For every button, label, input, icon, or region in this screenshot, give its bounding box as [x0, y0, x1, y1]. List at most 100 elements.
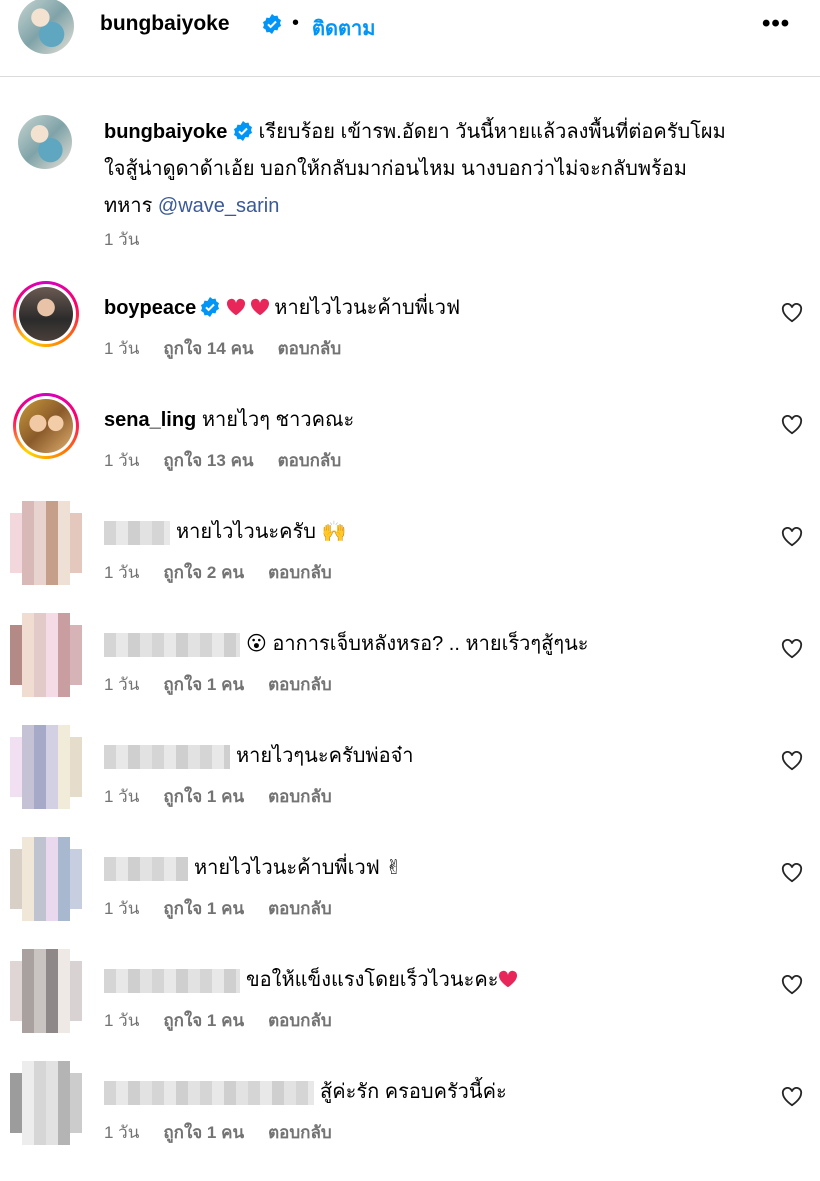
caption-username[interactable]: bungbaiyoke — [104, 121, 227, 143]
like-heart-icon[interactable] — [781, 639, 803, 659]
comment-body: 😮 อาการเจ็บหลังหรอ? .. หายเร็วๆสู้ๆนะ — [104, 627, 589, 659]
comment-item: สู้ค่ะรัก ครอบครัวนี้ค่ะ 1 วัน ถูกใจ 1 คน ต… — [0, 1061, 820, 1181]
comment-body: boypeace หายไวไวนะค้าบพี่เวฟ — [104, 291, 460, 323]
comment-text: หายไวไวนะค้าบพี่เวฟ ✌ — [194, 857, 403, 879]
comment-meta: 1 วัน ถูกใจ 1 คน ตอบกลับ — [104, 895, 356, 922]
reply-button[interactable]: ตอบกลับ — [268, 787, 332, 806]
comment-likes[interactable]: ถูกใจ 1 คน — [163, 675, 244, 694]
comment-body: sena_ling หายไวๆ ชาวคณะ — [104, 403, 354, 435]
commenter-avatar[interactable] — [10, 949, 82, 1033]
heart-emoji-icon — [227, 298, 246, 316]
comment-likes[interactable]: ถูกใจ 1 คน — [163, 787, 244, 806]
commenter-username[interactable]: sena_ling — [104, 409, 196, 431]
comment-likes[interactable]: ถูกใจ 13 คน — [163, 451, 253, 470]
comment-time: 1 วัน — [104, 1123, 140, 1142]
caption-line-1: bungbaiyoke เรียบร้อย เข้ารพ.อัดยา วันนี… — [104, 114, 804, 151]
comment-time: 1 วัน — [104, 451, 140, 470]
commenter-avatar[interactable] — [10, 613, 82, 697]
comment-text: หายไวไวนะครับ 🙌 — [176, 521, 347, 543]
comment-meta: 1 วัน ถูกใจ 1 คน ตอบกลับ — [104, 1119, 356, 1146]
caption-avatar[interactable] — [18, 115, 72, 169]
caption-text-2: ใจสู้น่าดูดาด้าเอ้ย บอกให้กลับมาก่อนไหม … — [104, 158, 687, 180]
comment-meta: 1 วัน ถูกใจ 1 คน ตอบกลับ — [104, 1007, 356, 1034]
reply-button[interactable]: ตอบกลับ — [268, 899, 332, 918]
reply-button[interactable]: ตอบกลับ — [268, 675, 332, 694]
comment-item: หายไวไวนะค้าบพี่เวฟ ✌ 1 วัน ถูกใจ 1 คน ตอบก… — [0, 837, 820, 957]
commenter-avatar[interactable] — [10, 1061, 82, 1145]
caption-meta: 1 วัน — [104, 226, 163, 253]
post-caption: bungbaiyoke เรียบร้อย เข้ารพ.อัดยา วันนี… — [104, 114, 804, 225]
blurred-username — [104, 1080, 314, 1105]
comment-item: หายไวๆนะครับพ่อจ๋า 1 วัน ถูกใจ 1 คน ตอบกลับ — [0, 725, 820, 845]
comment-text: หายไวไวนะค้าบพี่เวฟ — [274, 297, 461, 319]
comment-item: boypeace หายไวไวนะค้าบพี่เวฟ 1 วัน ถูกใจ 14… — [0, 281, 820, 397]
post-header: bungbaiyoke • ติดตาม ••• — [0, 0, 820, 77]
comment-body: ขอให้แข็งแรงโดยเร็วไวนะคะ — [104, 963, 518, 995]
comment-time: 1 วัน — [104, 675, 140, 694]
like-heart-icon[interactable] — [781, 975, 803, 995]
verified-badge-icon — [233, 121, 252, 141]
comment-time: 1 วัน — [104, 563, 140, 582]
commenter-avatar[interactable] — [10, 837, 82, 921]
comment-meta: 1 วัน ถูกใจ 1 คน ตอบกลับ — [104, 671, 356, 698]
reply-button[interactable]: ตอบกลับ — [268, 563, 332, 582]
commenter-avatar[interactable] — [10, 725, 82, 809]
blurred-username — [104, 520, 170, 545]
more-options-icon[interactable]: ••• — [762, 10, 790, 38]
like-heart-icon[interactable] — [781, 415, 803, 435]
comment-time: 1 วัน — [104, 339, 140, 358]
author-username[interactable]: bungbaiyoke — [100, 12, 230, 36]
comment-meta: 1 วัน ถูกใจ 14 คน ตอบกลับ — [104, 335, 365, 362]
like-heart-icon[interactable] — [781, 527, 803, 547]
comment-time: 1 วัน — [104, 1011, 140, 1030]
commenter-username[interactable]: boypeace — [104, 297, 196, 319]
comment-item: ขอให้แข็งแรงโดยเร็วไวนะคะ 1 วัน ถูกใจ 1 คน… — [0, 949, 820, 1069]
heart-emoji-icon — [499, 970, 518, 988]
comment-text: หายไวๆ ชาวคณะ — [201, 409, 355, 431]
comment-body: หายไวไวนะค้าบพี่เวฟ ✌ — [104, 851, 402, 883]
reply-button[interactable]: ตอบกลับ — [278, 339, 342, 358]
mention-link[interactable]: @wave_sarin — [158, 195, 279, 217]
blurred-username — [104, 968, 240, 993]
comment-body: หายไวๆนะครับพ่อจ๋า — [104, 739, 414, 771]
comment-likes[interactable]: ถูกใจ 1 คน — [163, 1123, 244, 1142]
comment-meta: 1 วัน ถูกใจ 2 คน ตอบกลับ — [104, 559, 356, 586]
comment-likes[interactable]: ถูกใจ 1 คน — [163, 1011, 244, 1030]
blurred-username — [104, 856, 188, 881]
comment-text: ขอให้แข็งแรงโดยเร็วไวนะคะ — [246, 969, 499, 991]
like-heart-icon[interactable] — [781, 303, 803, 323]
header-separator: • — [292, 12, 300, 34]
comment-body: สู้ค่ะรัก ครอบครัวนี้ค่ะ — [104, 1075, 507, 1107]
heart-emoji-icon — [251, 298, 270, 316]
verified-badge-icon — [263, 14, 281, 34]
like-heart-icon[interactable] — [781, 863, 803, 883]
comment-text: สู้ค่ะรัก ครอบครัวนี้ค่ะ — [320, 1081, 507, 1103]
comment-time: 1 วัน — [104, 787, 140, 806]
comment-likes[interactable]: ถูกใจ 14 คน — [163, 339, 253, 358]
reply-button[interactable]: ตอบกลับ — [278, 451, 342, 470]
commenter-avatar[interactable] — [13, 281, 79, 347]
comment-meta: 1 วัน ถูกใจ 13 คน ตอบกลับ — [104, 447, 365, 474]
reply-button[interactable]: ตอบกลับ — [268, 1011, 332, 1030]
commenter-avatar[interactable] — [10, 501, 82, 585]
comment-item: หายไวไวนะครับ 🙌 1 วัน ถูกใจ 2 คน ตอบกลับ — [0, 501, 820, 621]
comment-body: หายไวไวนะครับ 🙌 — [104, 515, 346, 547]
caption-line-3: ทหาร @wave_sarin — [104, 188, 804, 225]
blurred-username — [104, 632, 240, 657]
comment-text: 😮 อาการเจ็บหลังหรอ? .. หายเร็วๆสู้ๆนะ — [246, 633, 589, 655]
like-heart-icon[interactable] — [781, 751, 803, 771]
caption-text-3: ทหาร — [104, 195, 158, 217]
comment-time: 1 วัน — [104, 899, 140, 918]
comment-likes[interactable]: ถูกใจ 1 คน — [163, 899, 244, 918]
comment-meta: 1 วัน ถูกใจ 1 คน ตอบกลับ — [104, 783, 356, 810]
comment-item: 😮 อาการเจ็บหลังหรอ? .. หายเร็วๆสู้ๆนะ 1 ว… — [0, 613, 820, 733]
comment-likes[interactable]: ถูกใจ 2 คน — [163, 563, 244, 582]
comment-item: sena_ling หายไวๆ ชาวคณะ 1 วัน ถูกใจ 13 คน ต… — [0, 393, 820, 509]
reply-button[interactable]: ตอบกลับ — [268, 1123, 332, 1142]
follow-button[interactable]: ติดตาม — [312, 12, 375, 44]
author-avatar[interactable] — [18, 0, 74, 54]
like-heart-icon[interactable] — [781, 1087, 803, 1107]
commenter-avatar[interactable] — [13, 393, 79, 459]
verified-badge-icon — [201, 297, 220, 317]
caption-time: 1 วัน — [104, 230, 140, 249]
